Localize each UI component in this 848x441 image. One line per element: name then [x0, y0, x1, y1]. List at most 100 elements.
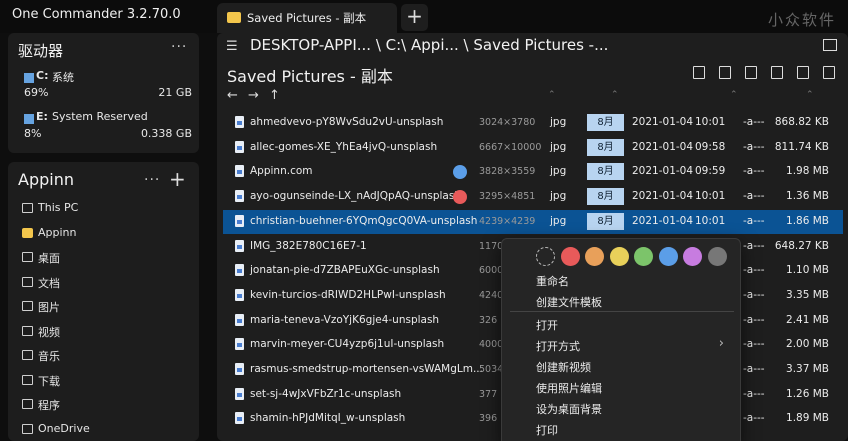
file-row[interactable]: ayo-ogunseinde-LX_nAdJQpAQ-unsplash 3295×…: [223, 185, 843, 209]
drive-item-e[interactable]: E: System Reserved 8% 0.338 GB: [22, 110, 192, 144]
image-file-icon: [235, 116, 244, 128]
title-bar: One Commander 3.2.70.0 Saved Pictures - …: [0, 0, 848, 33]
image-file-icon: [235, 140, 244, 153]
image-file-icon: [235, 412, 244, 425]
desktop-icon: [22, 252, 33, 262]
file-dimensions: 326: [479, 314, 498, 326]
image-file-icon: [235, 190, 244, 203]
month-badge: 8月: [587, 188, 624, 206]
menu-item[interactable]: 重命名: [536, 273, 569, 289]
hamburger-icon[interactable]: ☰: [226, 39, 238, 54]
chevron-right-icon: ›: [718, 336, 724, 351]
drive-item-c[interactable]: C: 系统 69% 21 GB: [22, 69, 192, 103]
menu-item[interactable]: 创建新视频: [536, 359, 591, 375]
file-size: 2.41 MB: [786, 313, 829, 326]
sidebar-item[interactable]: Appinn: [20, 224, 195, 246]
sort-icon[interactable]: [693, 66, 705, 79]
color-swatch[interactable]: [560, 247, 580, 266]
sidebar-item[interactable]: This PC: [20, 199, 195, 221]
month-badge: 8月: [587, 163, 624, 181]
color-swatch[interactable]: [707, 247, 727, 266]
color-tag: [453, 190, 467, 205]
details-icon[interactable]: [745, 66, 757, 79]
drive-percent: 69%: [24, 86, 49, 99]
breadcrumb[interactable]: DESKTOP-APPI... \ C:\ Appi... \ Saved Pi…: [250, 36, 608, 54]
sort-caret-icon[interactable]: ⌃: [548, 90, 556, 100]
file-attributes: -a---: [743, 412, 765, 425]
file-size: 2.00 MB: [786, 338, 829, 351]
sidebar-item[interactable]: 下载: [20, 371, 195, 393]
new-window-icon[interactable]: [771, 66, 783, 79]
sidebar-item[interactable]: 图片: [20, 297, 195, 319]
color-swatch[interactable]: [585, 247, 604, 266]
tab-saved-pictures[interactable]: Saved Pictures - 副本: [217, 3, 397, 33]
watermark: 小众软件: [767, 11, 836, 29]
menu-item[interactable]: 打印: [536, 422, 558, 438]
file-size: 3.35 MB: [786, 288, 829, 301]
sort-caret-icon[interactable]: ⌃: [611, 90, 619, 100]
file-date: 2021-01-04: [632, 140, 694, 153]
no-color-swatch[interactable]: [536, 247, 555, 266]
paste-icon[interactable]: [823, 66, 835, 79]
file-size: 3.37 MB: [786, 363, 829, 375]
image-file-icon: [235, 239, 244, 252]
menu-item[interactable]: 使用照片编辑: [536, 380, 602, 396]
image-file-icon: [235, 288, 244, 301]
file-name: marvin-meyer-CU4yzp6j1uI-unsplash: [250, 338, 445, 351]
new-tab-button[interactable]: +: [401, 4, 428, 31]
file-name: kevin-turcios-dRIWD2HLPwI-unsplash: [250, 288, 446, 301]
menu-item[interactable]: 设为桌面背景: [536, 401, 602, 417]
file-dimensions: 3295×4851: [479, 191, 536, 203]
file-size: 648.27 KB: [774, 239, 829, 252]
file-extension: jpg: [550, 140, 567, 153]
drive-icon: [24, 73, 34, 83]
file-row[interactable]: allec-gomes-XE_YhEa4jvQ-unsplash 6667×100…: [223, 136, 843, 160]
sort-caret-icon[interactable]: ⌃: [806, 90, 814, 100]
color-swatch[interactable]: [609, 247, 629, 266]
file-size: 868.82 KB: [774, 116, 829, 128]
file-date: 2021-01-04: [632, 190, 694, 203]
layout-icon[interactable]: [823, 39, 837, 51]
sidebar-item[interactable]: OneDrive: [20, 420, 195, 441]
file-dimensions: 4240: [479, 289, 504, 301]
nav-buttons[interactable]: ← → ↑: [227, 88, 283, 103]
file-dimensions: 4000: [479, 339, 504, 351]
color-swatch[interactable]: [683, 247, 702, 266]
add-favorite-button[interactable]: +: [169, 167, 186, 191]
file-attributes: -a---: [743, 116, 765, 128]
sidebar-item[interactable]: 程序: [20, 395, 195, 417]
color-swatch[interactable]: [658, 247, 678, 266]
file-attributes: -a---: [743, 264, 765, 277]
file-row[interactable]: ahmedvevo-pY8WvSdu2vU-unsplash 3024×3780 j…: [223, 111, 843, 135]
file-attributes: -a---: [743, 387, 765, 400]
file-extension: jpg: [550, 190, 567, 203]
sort-caret-icon[interactable]: ⌃: [730, 90, 738, 100]
copy-icon[interactable]: [797, 66, 809, 79]
video-icon: [22, 325, 33, 336]
picture-icon: [22, 301, 33, 311]
more-options-icon[interactable]: ···: [171, 39, 187, 55]
sidebar-item[interactable]: 文档: [20, 273, 195, 295]
sidebar-item-label: Appinn: [38, 225, 77, 239]
favorites-title: Appinn: [18, 170, 74, 189]
file-attributes: -a---: [743, 140, 765, 153]
file-row[interactable]: christian-buehner-6YQmQgcQ0VA-unsplash 42…: [223, 209, 843, 234]
drive-icon: [24, 114, 34, 124]
color-swatch[interactable]: [634, 247, 653, 266]
sidebar-item[interactable]: 视频: [20, 322, 195, 344]
file-attributes: -a---: [743, 338, 765, 351]
sidebar-item-label: 文档: [38, 276, 60, 290]
file-dimensions: 6667×10000: [479, 141, 542, 153]
sidebar-item[interactable]: 音乐: [20, 346, 195, 368]
menu-item[interactable]: 创建文件模板: [536, 294, 602, 310]
more-options-icon[interactable]: ···: [144, 172, 160, 188]
sidebar-item-label: 视频: [38, 325, 60, 339]
sidebar-item-label: This PC: [38, 201, 79, 214]
menu-item[interactable]: 打开: [536, 317, 558, 333]
list-view-icon[interactable]: [719, 66, 731, 79]
file-name: shamin-hPJdMitqI_w-unsplash: [250, 412, 406, 425]
menu-item[interactable]: 打开方式: [536, 338, 580, 354]
sidebar-item[interactable]: 桌面: [20, 248, 195, 270]
file-row[interactable]: Appinn.com 3828×3559 jpg 8月 2021-01-04 09:59 -…: [223, 160, 843, 184]
file-size: 1.86 MB: [786, 214, 829, 227]
